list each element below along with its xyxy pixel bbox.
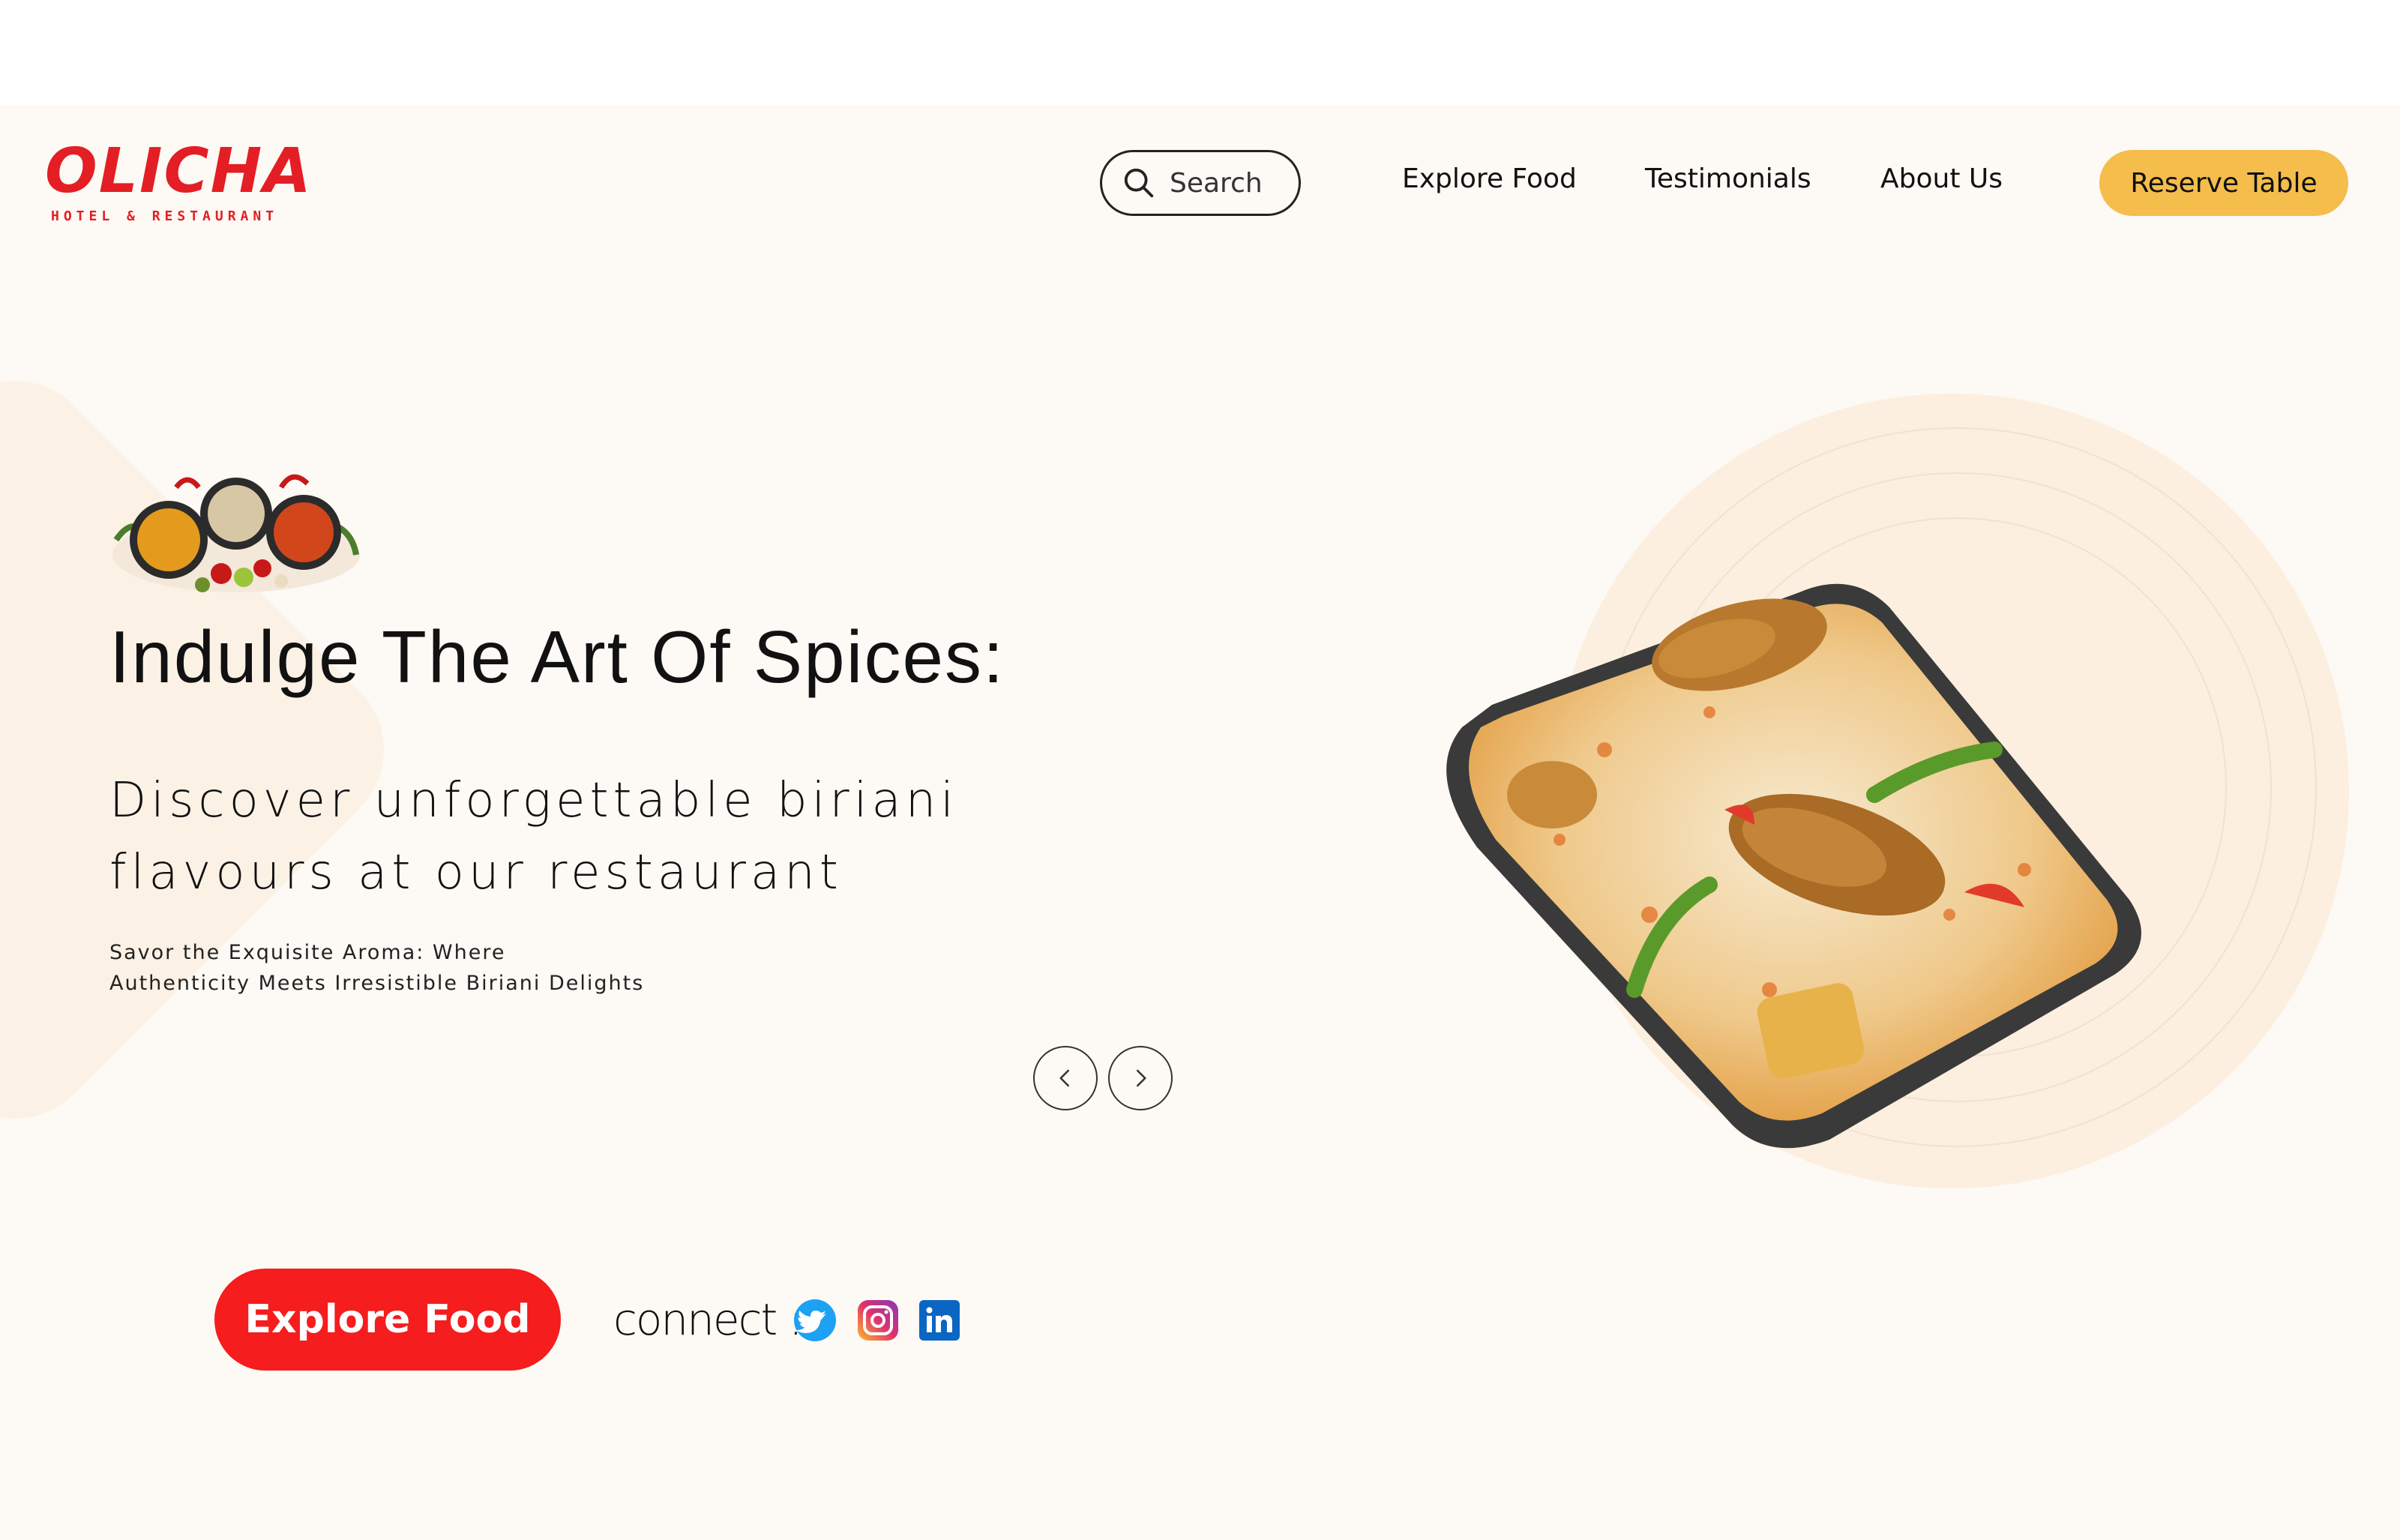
brand-logo[interactable]: OLICHA HOTEL & RESTAURANT bbox=[45, 136, 313, 225]
background-diamond-shape bbox=[0, 346, 418, 1153]
hero-tagline: Savor the Exquisite Aroma: Where Authent… bbox=[109, 937, 784, 999]
biryani-plate-image bbox=[1446, 583, 2141, 1149]
instagram-icon[interactable] bbox=[856, 1299, 900, 1342]
nav-about-us[interactable]: About Us bbox=[1880, 163, 2003, 194]
hero-title: Indulge The Art Of Spices: bbox=[109, 616, 1005, 698]
carousel-prev-button[interactable] bbox=[1033, 1046, 1098, 1110]
explore-food-button[interactable]: Explore Food bbox=[214, 1269, 561, 1371]
hero-subtitle: Discover unforgettable biriani flavours … bbox=[109, 765, 1069, 909]
nav-testimonials[interactable]: Testimonials bbox=[1645, 163, 1811, 194]
search-placeholder: Search bbox=[1170, 167, 1263, 199]
search-box[interactable]: Search bbox=[1100, 150, 1301, 216]
brand-name: OLICHA bbox=[45, 136, 313, 207]
chevron-left-icon bbox=[1059, 1069, 1069, 1087]
hero-tagline-line: Authenticity Meets Irresistible Biriani … bbox=[109, 972, 645, 995]
spice-bowls-image bbox=[112, 474, 360, 592]
nav-explore-food[interactable]: Explore Food bbox=[1402, 163, 1577, 194]
hero-subtitle-line: flavours at our restaurant bbox=[109, 845, 843, 900]
reserve-table-button[interactable]: Reserve Table bbox=[2099, 150, 2348, 216]
brand-tagline: HOTEL & RESTAURANT bbox=[51, 208, 279, 224]
twitter-icon[interactable] bbox=[793, 1299, 837, 1342]
connect-label: connect : bbox=[613, 1294, 803, 1345]
chevron-right-icon bbox=[1137, 1069, 1146, 1087]
hero-subtitle-line: Discover unforgettable biriani bbox=[109, 773, 959, 828]
carousel-next-button[interactable] bbox=[1108, 1046, 1173, 1110]
hero-page: OLICHA HOTEL & RESTAURANT Search Explore… bbox=[0, 105, 2400, 1540]
hero-tagline-line: Savor the Exquisite Aroma: Where bbox=[109, 941, 506, 964]
linkedin-icon[interactable] bbox=[918, 1299, 961, 1342]
search-icon bbox=[1124, 168, 1154, 198]
